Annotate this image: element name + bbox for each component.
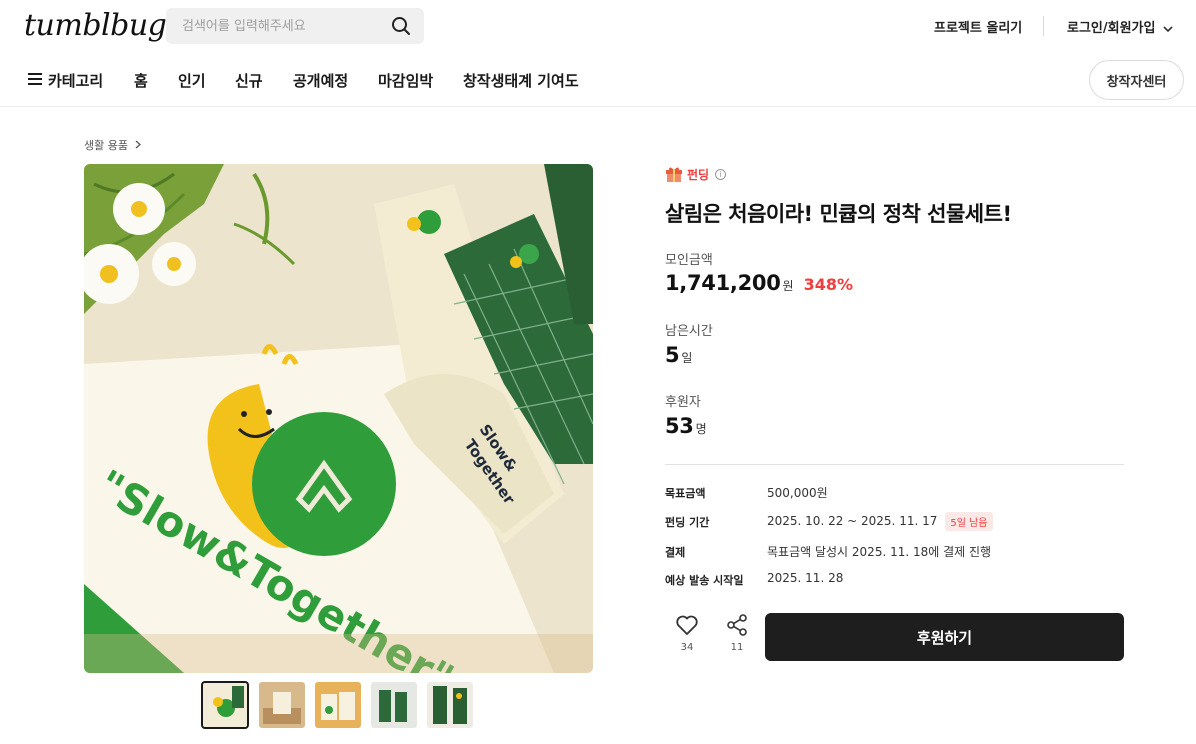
period-label: 펀딩 기간 — [665, 516, 710, 529]
chevron-right-icon — [136, 140, 142, 149]
remaining-label: 남은시간 — [665, 324, 713, 339]
support-button[interactable]: 후원하기 — [765, 613, 1124, 661]
period-value: 2025. 10. 22 ~ 2025. 11. 17 — [767, 514, 938, 528]
like-count: 34 — [680, 642, 694, 653]
ship-date-value: 2025. 11. 28 — [767, 571, 844, 585]
product-illustration: "Slow&Together" Slow& Together — [84, 164, 593, 673]
login-link[interactable]: 로그인/회원가입 — [1067, 17, 1174, 36]
thumbnail-4[interactable] — [371, 682, 417, 728]
project-upload-link[interactable]: 프로젝트 올리기 — [934, 17, 1022, 36]
login-label: 로그인/회원가입 — [1067, 21, 1156, 36]
thumbnail-1[interactable] — [201, 681, 249, 729]
search-icon[interactable] — [390, 15, 412, 37]
nav-home[interactable]: 홈 — [134, 70, 148, 91]
goal-label: 목표금액 — [665, 487, 706, 500]
ship-date-label: 예상 발송 시작일 — [665, 574, 744, 587]
gift-icon — [666, 167, 682, 182]
backers-label: 후원자 — [665, 395, 701, 410]
share-icon — [727, 614, 747, 636]
project-title: 살림은 처음이라! 민큡의 정착 선물세트! — [665, 202, 1012, 226]
raised-value: 1,741,200 — [665, 271, 781, 295]
share-button[interactable]: 11 — [715, 614, 759, 653]
heart-icon — [676, 615, 698, 635]
period-row: 2025. 10. 22 ~ 2025. 11. 17 5일 남음 — [767, 512, 993, 531]
menu-icon[interactable] — [28, 73, 42, 85]
info-icon[interactable]: i — [715, 168, 727, 180]
category-nav: 카테고리 홈 인기 신규 공개예정 마감임박 창작생태계 기여도 창작자센터 — [0, 56, 1196, 106]
remaining-unit: 일 — [681, 351, 693, 365]
nav-popular[interactable]: 인기 — [178, 70, 206, 91]
payment-value: 목표금액 달성시 2025. 11. 18에 결제 진행 — [767, 545, 992, 559]
header-divider — [1043, 16, 1044, 36]
nav-upcoming[interactable]: 공개예정 — [293, 70, 348, 91]
product-main-image[interactable]: "Slow&Together" Slow& Together — [84, 164, 593, 673]
share-count: 11 — [730, 642, 744, 653]
nav-closing-soon[interactable]: 마감임박 — [378, 70, 433, 91]
raised-unit: 원 — [782, 279, 794, 293]
nav-category[interactable]: 카테고리 — [48, 70, 103, 91]
raised-label: 모인금액 — [665, 253, 713, 268]
nav-new[interactable]: 신규 — [235, 70, 263, 91]
backers-value: 53 — [665, 414, 694, 438]
remaining-time: 5일 — [665, 343, 692, 367]
breadcrumb[interactable]: 생활 용품 — [84, 137, 142, 153]
funding-badge: 펀딩 i — [665, 164, 727, 184]
thumbnail-5[interactable] — [427, 682, 473, 728]
creator-center-button[interactable]: 창작자센터 — [1089, 60, 1184, 100]
goal-value: 500,000원 — [767, 486, 828, 500]
site-header: tumblbug 프로젝트 올리기 로그인/회원가입 카테고리 홈 인기 신규 … — [0, 0, 1196, 107]
remaining-value: 5 — [665, 343, 680, 367]
like-button[interactable]: 34 — [665, 614, 709, 653]
payment-label: 결제 — [665, 546, 686, 559]
raised-percent: 348% — [803, 275, 854, 294]
raised-amount: 1,741,200 원 348% — [665, 271, 853, 295]
thumbnail-3[interactable] — [315, 682, 361, 728]
breadcrumb-label: 생활 용품 — [84, 139, 128, 152]
thumbnail-2[interactable] — [259, 682, 305, 728]
tumblbug-logo[interactable]: tumblbug — [24, 8, 167, 43]
backers-unit: 명 — [695, 422, 707, 436]
nav-ecosystem[interactable]: 창작생태계 기여도 — [463, 70, 579, 91]
backers-count: 53 명 — [665, 414, 707, 438]
funding-badge-label: 펀딩 — [687, 167, 710, 182]
info-divider — [665, 464, 1124, 465]
chevron-down-icon — [1163, 25, 1173, 32]
search-input[interactable] — [166, 8, 424, 44]
days-left-tag: 5일 남음 — [945, 512, 993, 531]
